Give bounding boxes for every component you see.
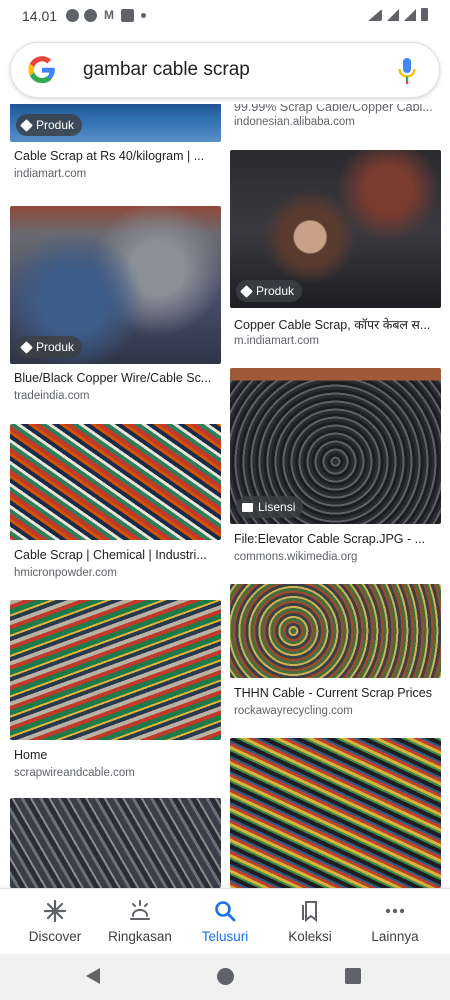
- result-card[interactable]: [230, 738, 441, 888]
- wifi-icon: [368, 9, 382, 21]
- badge-label: Produk: [256, 284, 295, 298]
- result-card[interactable]: Produk Cable Scrap at Rs 40/kilogram | .…: [10, 104, 221, 190]
- result-image[interactable]: Lisensi: [230, 368, 441, 524]
- result-source: scrapwireandcable.com: [14, 767, 135, 779]
- microphone-icon[interactable]: [397, 57, 417, 85]
- result-title[interactable]: File:Elevator Cable Scrap.JPG - ...: [234, 532, 439, 546]
- bottom-navigation: Discover Ringkasan Telusuri Koleksi Lain…: [0, 888, 450, 954]
- tag-icon: [240, 284, 253, 298]
- nav-telusuri[interactable]: Telusuri: [180, 889, 270, 955]
- mail-icon: [121, 9, 134, 22]
- nav-label: Telusuri: [201, 929, 249, 944]
- nav-ringkasan[interactable]: Ringkasan: [95, 889, 185, 955]
- notification-icons: M: [66, 9, 146, 22]
- result-source: indonesian.alibaba.com: [234, 116, 355, 128]
- result-card[interactable]: 99.99% Scrap Cable/Copper Cabl... indone…: [230, 104, 441, 140]
- result-card[interactable]: Cable Scrap | Chemical | Industri... hmi…: [10, 424, 221, 584]
- result-source: indiamart.com: [14, 168, 87, 180]
- nav-label: Koleksi: [288, 929, 332, 944]
- result-title[interactable]: Blue/Black Copper Wire/Cable Sc...: [14, 371, 219, 385]
- search-bar[interactable]: gambar cable scrap: [10, 42, 440, 98]
- badge-label: Lisensi: [258, 500, 296, 514]
- result-title[interactable]: 99.99% Scrap Cable/Copper Cabl...: [234, 104, 439, 114]
- result-card[interactable]: Lisensi File:Elevator Cable Scrap.JPG - …: [230, 368, 441, 568]
- asterisk-icon: [43, 899, 67, 923]
- result-card[interactable]: Home scrapwireandcable.com: [10, 600, 221, 780]
- home-icon[interactable]: [217, 968, 234, 985]
- result-title[interactable]: THHN Cable - Current Scrap Prices: [234, 686, 439, 700]
- nav-lainnya[interactable]: Lainnya: [350, 889, 440, 955]
- recent-apps-icon[interactable]: [345, 968, 361, 984]
- result-source: rockawayrecycling.com: [234, 705, 353, 717]
- signal-icon: [404, 9, 416, 21]
- signal-icon: [387, 9, 399, 21]
- nav-discover[interactable]: Discover: [10, 889, 100, 955]
- result-source: tradeindia.com: [14, 390, 90, 402]
- license-badge: Lisensi: [236, 496, 304, 518]
- dot-icon: [141, 13, 146, 18]
- result-title[interactable]: Cable Scrap at Rs 40/kilogram | ...: [14, 149, 219, 163]
- result-image[interactable]: [10, 600, 221, 740]
- bookmark-icon: [302, 901, 317, 923]
- result-image[interactable]: [10, 798, 221, 888]
- result-card[interactable]: [10, 798, 221, 888]
- nav-label: Ringkasan: [108, 929, 172, 944]
- system-navigation-bar: [0, 954, 450, 1000]
- search-input[interactable]: gambar cable scrap: [83, 59, 250, 81]
- status-time: 14.01: [22, 8, 58, 24]
- result-title[interactable]: Cable Scrap | Chemical | Industri...: [14, 548, 219, 562]
- result-image[interactable]: [230, 584, 441, 678]
- result-card[interactable]: Produk Copper Cable Scrap, कॉपर केबल स..…: [230, 150, 441, 355]
- tag-icon: [20, 340, 33, 354]
- nav-koleksi[interactable]: Koleksi: [265, 889, 355, 955]
- result-card[interactable]: Produk Blue/Black Copper Wire/Cable Sc..…: [10, 206, 221, 411]
- tag-icon: [20, 118, 33, 132]
- result-card[interactable]: THHN Cable - Current Scrap Prices rockaw…: [230, 584, 441, 724]
- battery-icon: [421, 8, 428, 21]
- snapshot-icon: [130, 900, 150, 920]
- nav-label: Discover: [28, 929, 82, 944]
- badge-label: Produk: [36, 340, 75, 354]
- product-badge: Produk: [16, 336, 83, 358]
- badge-label: Produk: [36, 118, 75, 132]
- result-image[interactable]: [230, 738, 441, 888]
- system-icons: [368, 8, 428, 21]
- result-source: commons.wikimedia.org: [234, 551, 358, 563]
- product-badge: Produk: [16, 114, 83, 136]
- result-source: hmicronpowder.com: [14, 567, 117, 579]
- whatsapp-icon: [66, 9, 79, 22]
- result-title[interactable]: Home: [14, 748, 219, 762]
- result-image[interactable]: Produk: [230, 150, 441, 308]
- result-title[interactable]: Copper Cable Scrap, कॉपर केबल स...: [234, 316, 439, 333]
- result-image[interactable]: [10, 424, 221, 540]
- product-badge: Produk: [236, 280, 303, 302]
- image-results-grid[interactable]: Produk Cable Scrap at Rs 40/kilogram | .…: [0, 104, 450, 888]
- result-image[interactable]: Produk: [10, 206, 221, 364]
- nav-label: Lainnya: [371, 929, 419, 944]
- search-icon: [215, 901, 236, 922]
- more-dots-icon: [385, 908, 405, 914]
- messages-icon: [84, 9, 97, 22]
- result-source: m.indiamart.com: [234, 335, 319, 347]
- result-image[interactable]: Produk: [10, 104, 221, 142]
- image-icon: [242, 502, 253, 512]
- back-icon[interactable]: [86, 968, 100, 984]
- gmail-icon: M: [104, 8, 114, 22]
- status-bar: 14.01 M: [0, 0, 450, 34]
- google-g-icon: [28, 56, 55, 84]
